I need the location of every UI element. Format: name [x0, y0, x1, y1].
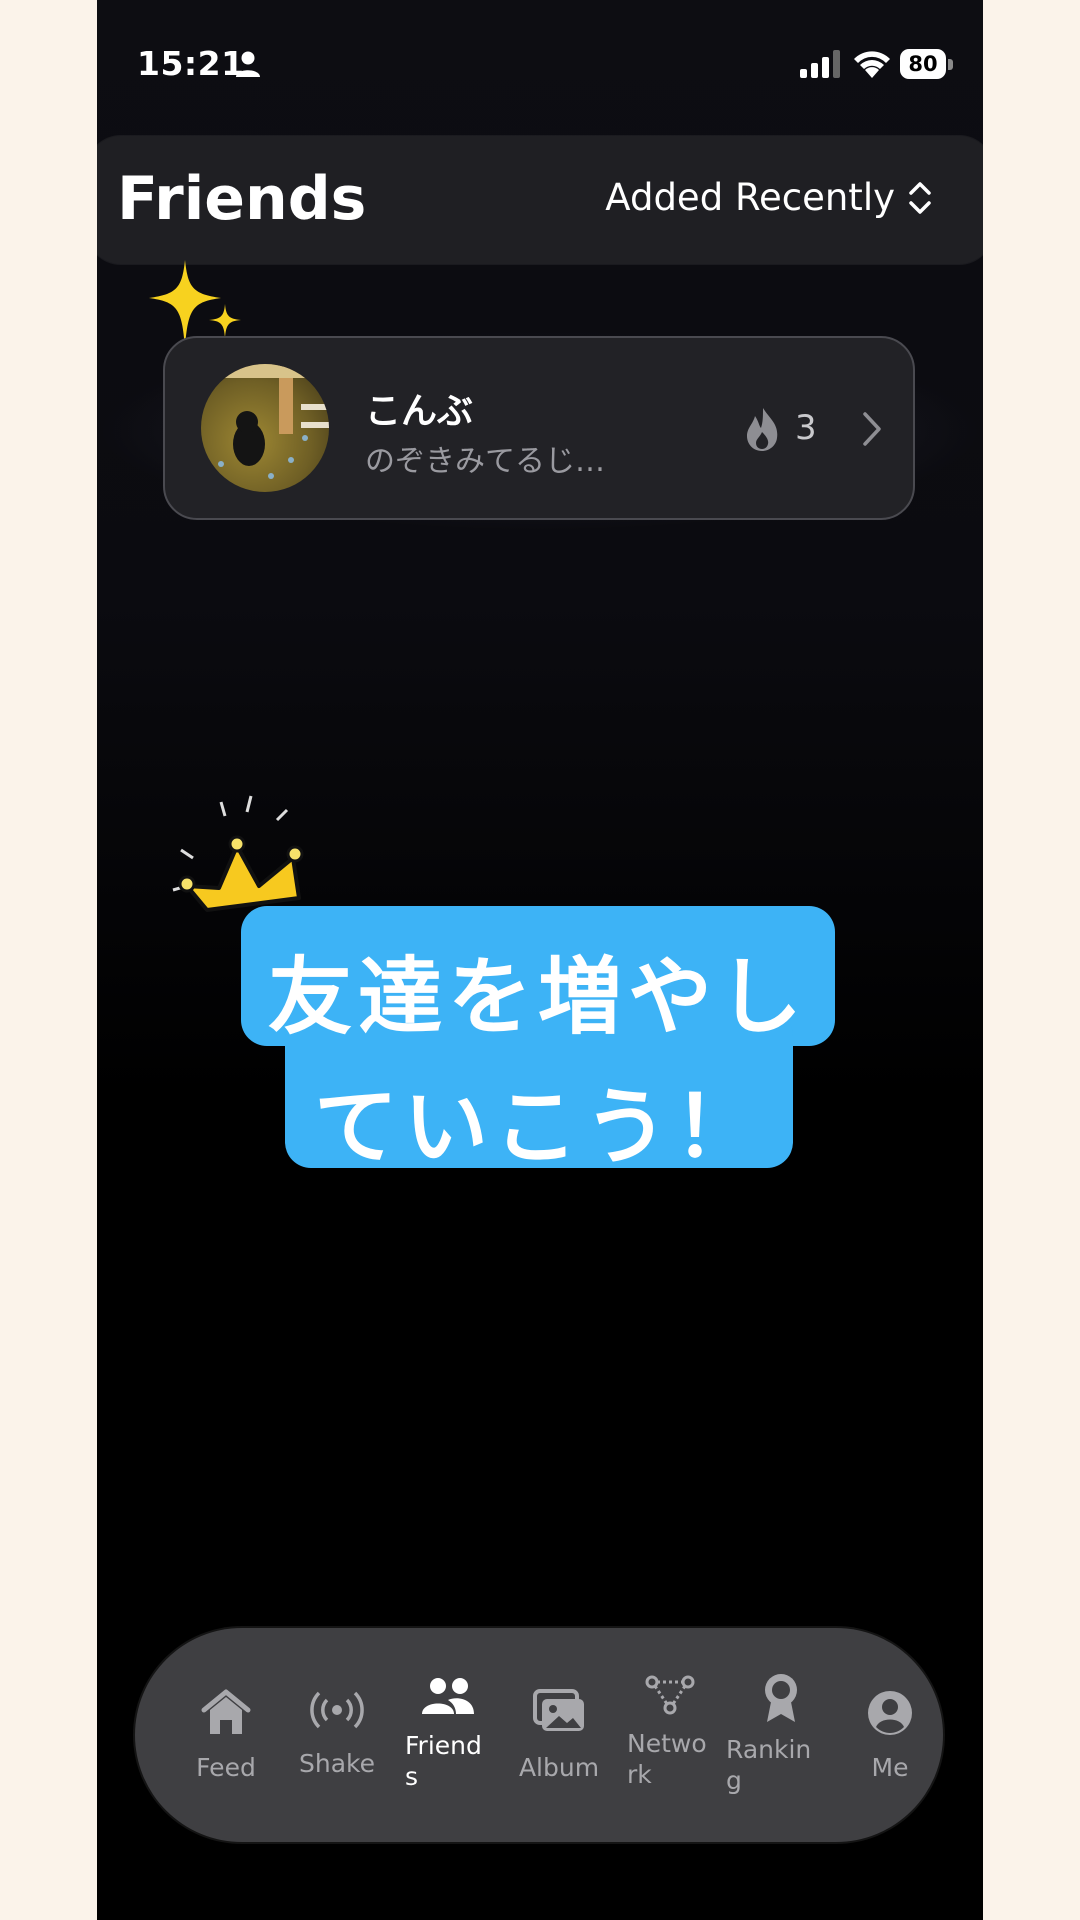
tab-friends[interactable]: Friend s [393, 1628, 503, 1842]
photos-icon [533, 1689, 584, 1731]
banner-line-2: ていこう！ [313, 1078, 764, 1176]
battery-indicator: 80 [900, 49, 954, 79]
tab-label-album: Album [518, 1753, 600, 1782]
phone-screen: 15:21 80 Friends Added Recently こんぶ のぞきみ… [97, 0, 983, 1920]
tab-label-network: Netwo rk [627, 1729, 707, 1789]
tab-shake[interactable]: Shake [282, 1628, 392, 1842]
tab-label-friends: Friend s [405, 1731, 482, 1791]
chevron-right-icon [863, 412, 881, 446]
tab-label-feed: Feed [196, 1753, 256, 1782]
tab-me[interactable]: Me [835, 1628, 945, 1842]
sort-label: Added Recently [605, 176, 895, 219]
cat-photo-icon [201, 364, 329, 479]
chevron-up-down-icon [909, 181, 931, 214]
tab-label-ranking: Rankin g [726, 1735, 812, 1795]
header-bar: Friends Added Recently [97, 136, 983, 264]
people-icon [422, 1678, 474, 1714]
tab-album[interactable]: Album [504, 1628, 614, 1842]
tab-network[interactable]: Netwo rk [615, 1628, 725, 1842]
sort-dropdown[interactable]: Added Recently [605, 176, 933, 219]
tab-ranking[interactable]: Rankin g [726, 1628, 836, 1842]
tab-label-me: Me [871, 1753, 909, 1782]
avatar [201, 364, 329, 492]
flame-icon [747, 408, 778, 451]
ribbon-icon [765, 1674, 797, 1722]
friend-name: こんぶ [365, 391, 474, 432]
wifi-icon [854, 51, 890, 78]
streak-count: 3 [795, 408, 817, 448]
battery-cap [948, 59, 953, 70]
person-circle-icon [868, 1691, 912, 1735]
friend-message: のぞきみてるじ… [365, 444, 605, 479]
tab-feed[interactable]: Feed [171, 1628, 281, 1842]
battery-level: 80 [900, 49, 946, 79]
house-icon [201, 1689, 251, 1734]
banner-line-1: 友達を増やし [267, 948, 808, 1046]
page-title: Friends [117, 164, 367, 234]
broadcast-icon [310, 1691, 364, 1729]
network-icon [645, 1675, 695, 1715]
signal-icon [800, 50, 840, 78]
person-icon [236, 51, 260, 77]
status-time: 15:21 [137, 44, 245, 83]
tab-bar: Feed Shake Friend s Album Netwo rk Ranki… [135, 1628, 943, 1842]
tab-label-shake: Shake [298, 1749, 375, 1778]
status-bar: 15:21 80 [97, 0, 983, 130]
friend-card[interactable]: こんぶ のぞきみてるじ… 3 [163, 336, 915, 520]
